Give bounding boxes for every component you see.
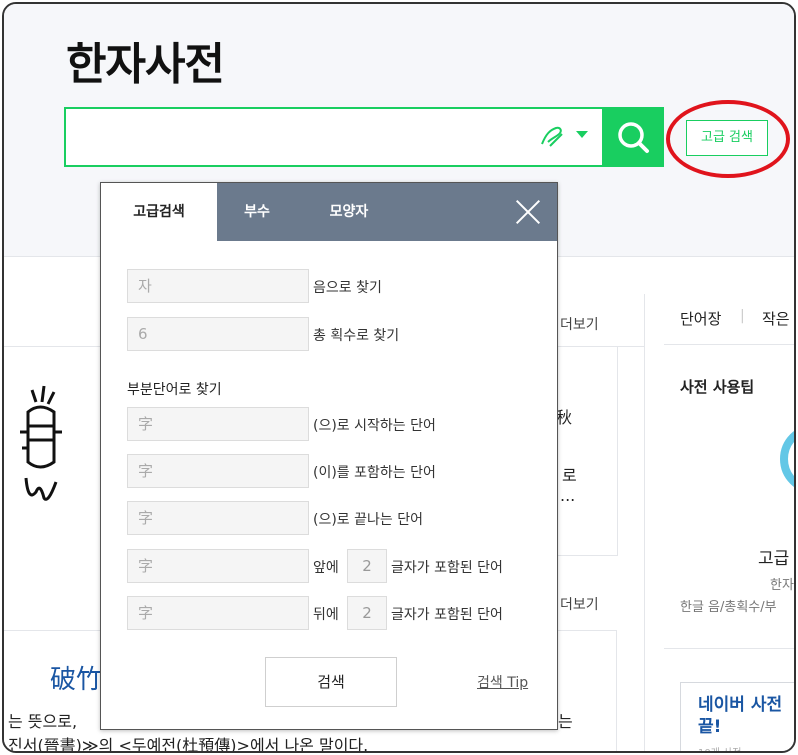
contains-label: (이)를 포함하는 단어 [313,465,436,481]
background-fragment: 로 [562,466,577,485]
tip-heading: 고급 [758,549,790,569]
definition-text: 는 뜻으로, [8,712,78,731]
advanced-search-dialog: 고급검색 부수 모양자 자 음으로 찾기 6 총 획수로 찾기 부분단어로 찾기… [100,182,558,730]
promo-line: 끝! [698,717,722,737]
background-fragment: ... [560,486,576,505]
close-icon[interactable] [515,199,541,225]
divider [664,344,794,345]
definition-text: 진서(晉書)≫의 <두예전(杜預傳)>에서 나온 말이다. [8,736,369,753]
page-title: 한자사전 [66,39,225,90]
starts-with-input[interactable]: 字 [127,407,309,441]
browser-frame: 한자사전 고급 검색 더보기 더보기 秋 로 ... 破竹 는 뜻으로, 는 진… [2,2,796,753]
side-tab-separator: | [740,308,745,324]
stroke-count-label: 총 획수로 찾기 [313,328,400,344]
definition-text: 는 [558,712,573,731]
promo-title: 네이버 사전 끝! [698,694,782,738]
dialog-tab-bar: 고급검색 부수 모양자 [101,183,557,241]
column-divider [644,294,645,751]
promo-line: 네이버 사전 [698,695,783,715]
front-char-input[interactable]: 字 [127,549,309,583]
background-fragment: 秋 [556,408,573,427]
chevron-down-icon[interactable] [576,131,588,138]
divider [664,648,794,649]
starts-with-label: (으)로 시작하는 단어 [313,418,436,434]
hanja-glyph-image [20,385,62,501]
sound-input[interactable]: 자 [127,269,309,303]
stroke-count-input[interactable]: 6 [127,317,309,351]
back-prefix-label: 뒤에 [313,607,339,623]
tab-advanced-search[interactable]: 고급검색 [101,183,217,241]
front-suffix-label: 글자가 포함된 단어 [391,560,503,576]
contains-input[interactable]: 字 [127,454,309,488]
search-tip-link[interactable]: 검색 Tip [477,672,528,692]
tips-title: 사전 사용팁 [680,378,755,396]
more-link[interactable]: 더보기 [560,314,599,334]
search-icon [618,122,649,153]
tip-illustration [780,424,794,494]
front-count-input[interactable]: 2 [347,549,387,583]
back-suffix-label: 글자가 포함된 단어 [391,607,503,623]
tab-shape[interactable]: 모양자 [305,183,393,241]
tab-radical[interactable]: 부수 [217,183,297,241]
side-tab-wordbook[interactable]: 단어장 [680,308,721,329]
back-count-input[interactable]: 2 [347,596,387,630]
hanja-word[interactable]: 破竹 [50,659,102,696]
tip-subtext: 한자 [770,578,794,593]
side-tab-small[interactable]: 작은 [762,308,790,329]
handwriting-input-icon[interactable] [536,120,568,152]
search-button[interactable] [602,107,664,167]
highlight-circle [666,100,790,178]
search-submit-button[interactable]: 검색 [265,657,397,707]
ends-with-input[interactable]: 字 [127,501,309,535]
tip-subtext: 한글 음/총획수/부 [680,600,777,615]
more-link[interactable]: 더보기 [560,594,599,614]
partial-word-title: 부분단어로 찾기 [127,382,222,398]
ends-with-label: (으)로 끝나는 단어 [313,512,423,528]
sound-label: 음으로 찾기 [313,280,382,296]
front-prefix-label: 앞에 [313,560,339,576]
search-input[interactable] [64,107,602,167]
back-char-input[interactable]: 字 [127,596,309,630]
promo-subtext: 10개 사전 ... [698,744,754,751]
